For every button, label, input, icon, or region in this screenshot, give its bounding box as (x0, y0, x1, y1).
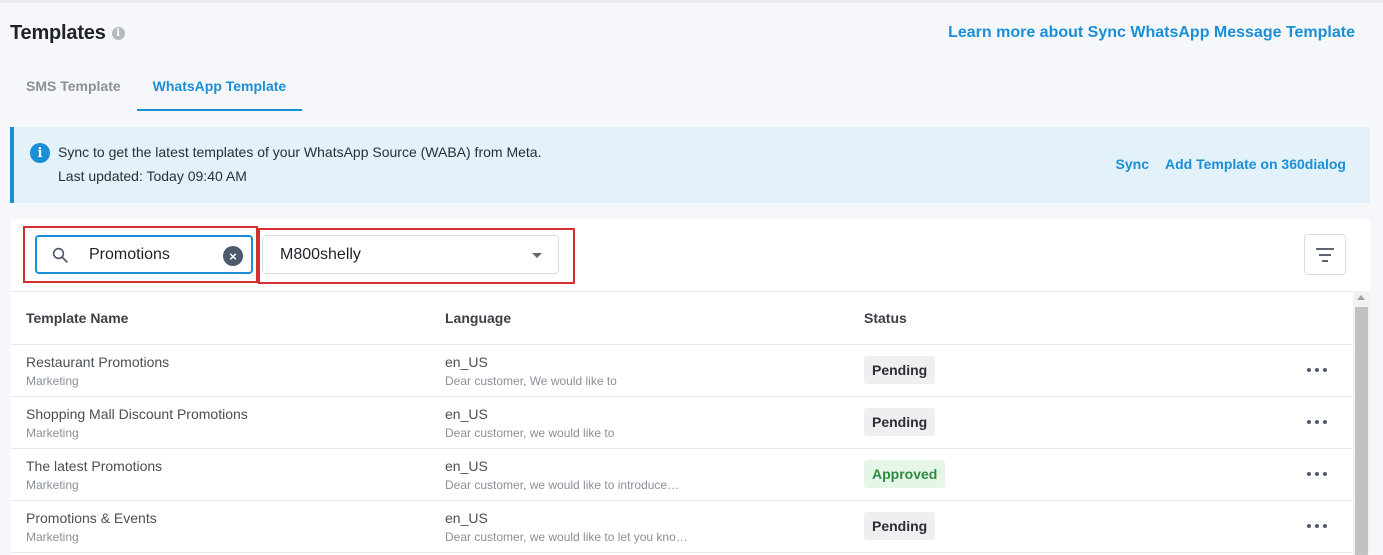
search-input[interactable] (89, 245, 219, 265)
source-select-value: M800shelly (280, 246, 361, 263)
search-icon (52, 247, 68, 263)
sync-link[interactable]: Sync (1116, 156, 1149, 172)
more-actions-icon[interactable] (1307, 518, 1327, 534)
column-header-template-name: Template Name (26, 310, 129, 326)
template-preview: Dear customer, We would like to (445, 374, 617, 388)
search-box[interactable]: × (35, 235, 253, 274)
template-name: Promotions & Events (26, 510, 157, 526)
status-badge: Pending (864, 356, 936, 384)
more-actions-icon[interactable] (1307, 362, 1327, 378)
column-header-language: Language (445, 310, 512, 326)
template-preview: Dear customer, we would like to let you … (445, 530, 688, 544)
tab-whatsapp-template[interactable]: WhatsApp Template (136, 66, 303, 111)
clear-search-icon[interactable]: × (223, 246, 243, 266)
table-row[interactable]: The latest Promotions Marketing en_US De… (10, 449, 1353, 501)
banner-message: Sync to get the latest templates of your… (58, 144, 542, 160)
table-row[interactable]: Promotions & Events Marketing en_US Dear… (10, 501, 1353, 553)
status-badge: Pending (864, 512, 936, 540)
column-header-status: Status (864, 310, 907, 326)
table-row[interactable]: Restaurant Promotions Marketing en_US De… (10, 345, 1353, 397)
filter-icon-bar (1319, 254, 1331, 256)
template-language: en_US (445, 354, 488, 370)
vertical-scrollbar[interactable] (1353, 291, 1370, 555)
filter-icon-bar (1322, 260, 1328, 262)
info-icon: i (30, 143, 50, 163)
caret-down-icon (532, 253, 542, 258)
status-badge: Approved (864, 460, 946, 488)
template-category: Marketing (26, 478, 79, 492)
source-select[interactable]: M800shelly (262, 235, 559, 274)
template-category: Marketing (26, 426, 79, 440)
template-preview: Dear customer, we would like to (445, 426, 615, 440)
template-name: Restaurant Promotions (26, 354, 170, 370)
status-badge: Pending (864, 408, 936, 436)
top-edge (0, 0, 1383, 3)
template-language: en_US (445, 458, 488, 474)
filter-icon (1316, 248, 1334, 250)
template-name: Shopping Mall Discount Promotions (26, 406, 248, 422)
banner-actions: Sync Add Template on 360dialog (1116, 156, 1346, 172)
template-category: Marketing (26, 530, 79, 544)
template-preview: Dear customer, we would like to introduc… (445, 478, 680, 492)
add-template-link[interactable]: Add Template on 360dialog (1165, 156, 1346, 172)
table-row[interactable]: Shopping Mall Discount Promotions Market… (10, 397, 1353, 449)
scroll-up-icon[interactable] (1357, 295, 1365, 300)
sync-info-banner: i Sync to get the latest templates of yo… (10, 127, 1370, 203)
title-wrap: Templates i (10, 22, 125, 45)
scrollbar-thumb[interactable] (1355, 307, 1368, 555)
templates-table: Template Name Language Status Restaurant… (10, 291, 1353, 553)
template-tabs: SMS Template WhatsApp Template (10, 66, 303, 111)
learn-more-link[interactable]: Learn more about Sync WhatsApp Message T… (948, 24, 1355, 42)
page-header: Templates i Learn more about Sync WhatsA… (10, 20, 1355, 46)
template-language: en_US (445, 510, 488, 526)
page-title: Templates (10, 21, 106, 44)
more-actions-icon[interactable] (1307, 466, 1327, 482)
tab-sms-template[interactable]: SMS Template (10, 66, 137, 111)
template-language: en_US (445, 406, 488, 422)
table-header: Template Name Language Status (10, 292, 1353, 345)
more-actions-icon[interactable] (1307, 414, 1327, 430)
filter-button[interactable] (1304, 234, 1346, 275)
last-updated-text: Last updated: Today 09:40 AM (58, 168, 247, 184)
info-icon[interactable]: i (111, 26, 125, 40)
template-name: The latest Promotions (26, 458, 163, 474)
template-category: Marketing (26, 374, 79, 388)
templates-card: × M800shelly Template Name Language Stat… (10, 219, 1370, 555)
